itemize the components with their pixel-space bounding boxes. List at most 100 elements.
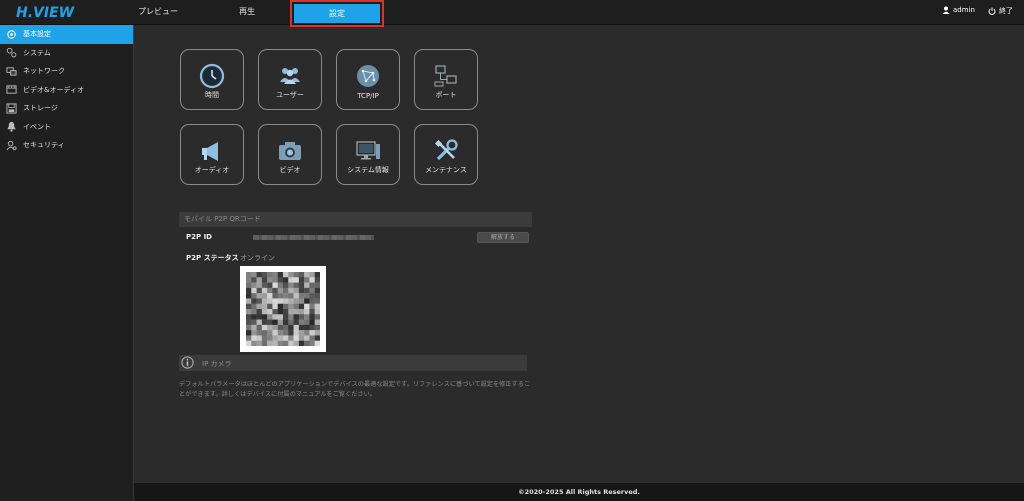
qr-module — [309, 319, 315, 326]
qr-module — [272, 340, 278, 346]
p2p-qr-code — [240, 266, 326, 352]
qr-module — [314, 319, 320, 326]
unbind-button[interactable]: 解放する — [477, 232, 529, 243]
tile-system-info[interactable]: システム情報 — [336, 124, 400, 185]
qr-module — [251, 340, 257, 346]
qr-module — [251, 324, 257, 331]
qr-module — [246, 314, 252, 320]
qr-module — [256, 319, 263, 326]
qr-module — [309, 287, 315, 294]
qr-module — [261, 282, 268, 289]
qr-module — [277, 303, 284, 310]
tile-audio[interactable]: オーディオ — [180, 124, 244, 185]
qr-module — [261, 324, 268, 331]
qr-module — [283, 282, 289, 289]
qr-module — [272, 319, 278, 326]
qr-module — [283, 277, 289, 283]
qr-module — [314, 287, 320, 294]
tile-label: ポート — [435, 91, 457, 99]
qr-module — [267, 340, 273, 346]
qr-module — [293, 287, 300, 294]
qr-module — [309, 335, 315, 341]
qr-module — [256, 287, 263, 294]
qr-module — [272, 282, 278, 289]
sidebar-item-label: 基本設定 — [23, 30, 51, 39]
qr-module — [304, 287, 310, 294]
qr-module — [256, 298, 263, 304]
qr-module — [283, 303, 289, 310]
brand-logo: H.VIEW — [16, 5, 75, 21]
qr-module — [277, 277, 284, 283]
tile-tcpip[interactable]: TCP/IP — [336, 49, 400, 110]
qr-module — [298, 287, 305, 294]
qr-module — [293, 314, 300, 320]
qr-module — [304, 298, 310, 304]
qr-module — [298, 303, 305, 310]
tile-users[interactable]: ユーザー — [258, 49, 322, 110]
tile-time[interactable]: 時間 — [180, 49, 244, 110]
qr-module — [288, 335, 294, 341]
user-menu[interactable]: admin — [942, 6, 975, 14]
qr-module — [246, 277, 252, 283]
tile-port[interactable]: ポート — [414, 49, 478, 110]
qr-module — [246, 330, 252, 336]
sidebar-item-system[interactable]: システム — [0, 44, 133, 63]
qr-module — [288, 298, 294, 304]
qr-module — [304, 314, 310, 320]
qr-module — [314, 298, 320, 304]
qr-module — [304, 282, 310, 289]
qr-module — [298, 319, 305, 326]
tile-maintenance[interactable]: メンテナンス — [414, 124, 478, 185]
sidebar-item-storage[interactable]: ストレージ — [0, 99, 133, 118]
qr-module — [288, 277, 294, 283]
qr-module — [261, 298, 268, 304]
tile-label: ビデオ — [279, 166, 301, 174]
logout-button[interactable]: 終了 — [988, 6, 1013, 16]
qr-module — [283, 298, 289, 304]
nav-settings[interactable]: 設定 — [294, 4, 380, 23]
qr-module — [304, 335, 310, 341]
sidebar-item-basic-settings[interactable]: 基本設定 — [0, 25, 133, 44]
qr-module — [309, 324, 315, 331]
qr-module — [261, 272, 268, 278]
tile-label: システム情報 — [347, 166, 389, 174]
qr-module — [272, 330, 278, 336]
gear-icon — [5, 28, 17, 40]
qr-module — [293, 309, 300, 315]
sidebar-item-event[interactable]: イベント — [0, 118, 133, 137]
qr-module — [288, 293, 294, 299]
logout-label: 終了 — [999, 7, 1013, 15]
qr-module — [314, 303, 320, 310]
nav-preview[interactable]: プレビュー — [132, 0, 184, 25]
qr-module — [288, 303, 294, 310]
p2p-id-label: P2P ID — [186, 233, 212, 241]
qr-module — [293, 293, 300, 299]
qr-module — [256, 330, 263, 336]
qr-module — [293, 272, 300, 278]
qr-module — [293, 319, 300, 326]
info-icon — [181, 356, 194, 369]
qr-module — [298, 272, 305, 278]
qr-module — [267, 330, 273, 336]
qr-module — [304, 340, 310, 346]
qr-module — [277, 293, 284, 299]
bell-icon — [5, 121, 17, 133]
sidebar-item-video-audio[interactable]: ビデオ&オーディオ — [0, 81, 133, 100]
nav-playback[interactable]: 再生 — [223, 0, 271, 25]
qr-module — [283, 272, 289, 278]
disk-icon — [5, 102, 17, 114]
qr-module — [293, 298, 300, 304]
qr-module — [277, 298, 284, 304]
p2p-status-value: オンライン — [240, 254, 275, 262]
qr-module — [261, 309, 268, 315]
qr-module — [251, 287, 257, 294]
footer: ©2020-2025 All Rights Reserved. — [134, 483, 1024, 501]
qr-module — [256, 309, 263, 315]
sidebar-item-network[interactable]: ネットワーク — [0, 62, 133, 81]
tile-video[interactable]: ビデオ — [258, 124, 322, 185]
qr-module — [272, 287, 278, 294]
sidebar-item-security[interactable]: セキュリティ — [0, 136, 133, 155]
qr-module — [246, 303, 252, 310]
sidebar-item-label: システム — [23, 48, 51, 57]
qr-module — [246, 340, 252, 346]
